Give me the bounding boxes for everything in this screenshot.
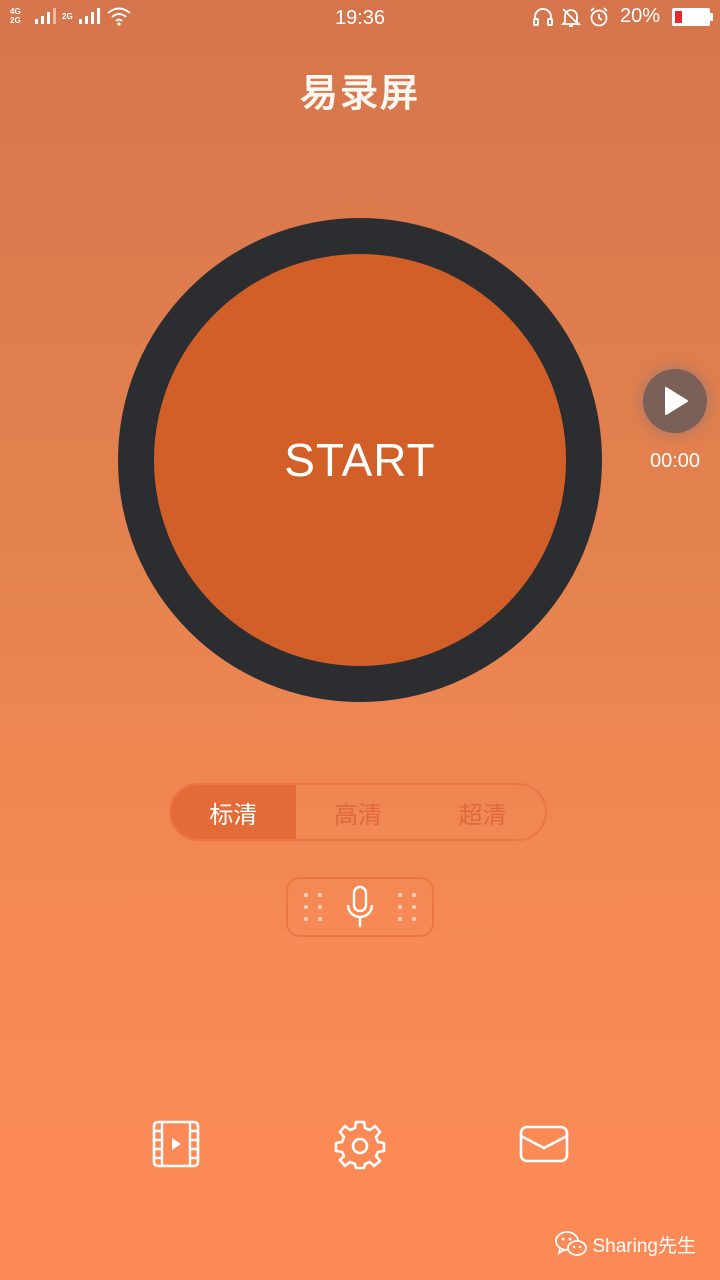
start-record-button[interactable]: START (154, 254, 566, 666)
dots-left (304, 893, 322, 921)
quality-option-hd[interactable]: 高清 (296, 785, 421, 839)
battery-icon (672, 7, 713, 26)
microphone-toggle[interactable] (286, 877, 434, 937)
play-button[interactable] (643, 369, 707, 433)
record-ring[interactable]: START (118, 218, 602, 702)
wechat-icon (554, 1231, 587, 1256)
status-bar: 4G 2G 2G 19:36 20% (0, 0, 720, 38)
dots-right (398, 893, 416, 921)
settings-button[interactable] (332, 1116, 388, 1172)
quality-option-sd[interactable]: 标清 (171, 785, 296, 839)
alarm-icon (590, 6, 608, 26)
quality-option-fhd[interactable]: 超清 (420, 785, 545, 839)
quality-toggle: 标清 高清 超清 (169, 783, 547, 841)
playback-time: 00:00 (649, 450, 701, 472)
app-title: 易录屏 (299, 71, 420, 115)
start-label: START (284, 434, 436, 486)
mail-button[interactable] (516, 1116, 572, 1172)
battery-percent: 20% (619, 5, 660, 27)
watermark: Sharing先生 (554, 1230, 697, 1258)
mute-bell-icon (560, 7, 582, 27)
watermark-text: Sharing先生 (592, 1235, 697, 1257)
microphone-icon (346, 885, 374, 927)
play-icon (665, 387, 688, 415)
status-right: 20% (532, 5, 713, 28)
mail-icon (519, 1125, 569, 1163)
settings-icon (334, 1120, 386, 1170)
video-library-icon (152, 1120, 200, 1168)
video-library-button[interactable] (148, 1116, 204, 1172)
headset-icon (532, 7, 553, 26)
battery-level (675, 10, 682, 23)
